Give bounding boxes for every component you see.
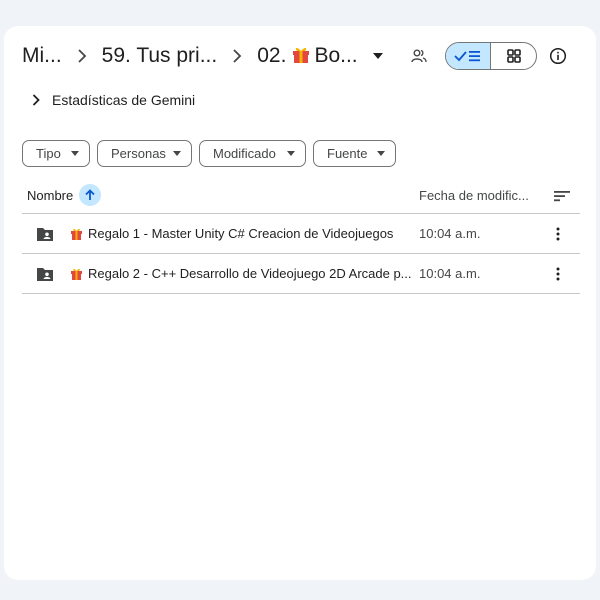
breadcrumb-item-root[interactable]: Mi...	[22, 44, 62, 68]
filter-source[interactable]: Fuente	[313, 140, 396, 167]
gemini-stats-toggle[interactable]: Estadísticas de Gemini	[32, 88, 195, 112]
table-row[interactable]: Regalo 1 - Master Unity C# Creacion de V…	[22, 214, 580, 254]
chevron-right-icon	[217, 49, 257, 63]
shared-folder-icon	[37, 268, 53, 281]
breadcrumb-current-suffix: Bo...	[314, 44, 358, 67]
file-name: Regalo 1 - Master Unity C# Creacion de V…	[88, 226, 394, 241]
caret-down-icon	[173, 151, 181, 156]
column-date-header[interactable]: Fecha de modific...	[419, 188, 529, 203]
gift-icon	[293, 47, 310, 63]
breadcrumb: Mi... 59. Tus pri... 02. Bo...	[22, 38, 390, 74]
filter-modified-label: Modificado	[213, 146, 276, 161]
table-row[interactable]: Regalo 2 - C++ Desarrollo de Videojuego …	[22, 254, 580, 294]
filter-chips: Tipo Personas Modificado Fuente	[22, 140, 403, 167]
filter-source-label: Fuente	[327, 146, 368, 161]
column-name-label: Nombre	[27, 187, 74, 203]
chevron-right-icon	[62, 49, 102, 63]
more-vert-icon[interactable]	[548, 264, 568, 284]
gemini-stats-label: Estadísticas de Gemini	[52, 92, 196, 108]
file-modified: 10:04 a.m.	[419, 266, 481, 281]
file-modified: 10:04 a.m.	[419, 226, 481, 241]
sort-lines-icon[interactable]	[552, 186, 572, 206]
filter-modified[interactable]: Modificado	[199, 140, 306, 167]
list-view-button[interactable]	[446, 43, 492, 69]
caret-down-icon	[287, 151, 295, 156]
filter-people-label: Personas	[111, 146, 166, 161]
file-browser-card: Mi... 59. Tus pri... 02. Bo... Estadístic…	[4, 26, 596, 580]
chevron-right-icon	[32, 94, 40, 106]
grid-view-button[interactable]	[491, 43, 536, 69]
gift-icon	[71, 268, 82, 280]
sort-ascending-icon[interactable]	[79, 184, 102, 206]
caret-down-icon	[71, 151, 79, 156]
filter-type-label: Tipo	[36, 146, 61, 161]
column-name-header[interactable]: Nombre	[27, 184, 102, 206]
breadcrumb-item-parent[interactable]: 59. Tus pri...	[102, 44, 218, 68]
file-name: Regalo 2 - C++ Desarrollo de Videojuego …	[88, 266, 412, 281]
gift-icon	[71, 228, 82, 240]
shared-folder-icon	[37, 228, 53, 241]
caret-down-icon[interactable]	[366, 44, 390, 68]
filter-people[interactable]: Personas	[97, 140, 192, 167]
caret-down-icon	[377, 151, 385, 156]
info-icon[interactable]	[545, 43, 571, 69]
filter-type[interactable]: Tipo	[22, 140, 90, 167]
breadcrumb-item-current[interactable]: 02. Bo...	[257, 44, 357, 68]
grid-icon	[506, 49, 521, 63]
table-header: Nombre Fecha de modific...	[22, 178, 580, 214]
people-icon[interactable]	[406, 43, 432, 69]
view-toggle	[445, 42, 537, 70]
breadcrumb-current-prefix: 02.	[257, 44, 287, 67]
more-vert-icon[interactable]	[548, 224, 568, 244]
check-list-icon	[454, 51, 480, 62]
